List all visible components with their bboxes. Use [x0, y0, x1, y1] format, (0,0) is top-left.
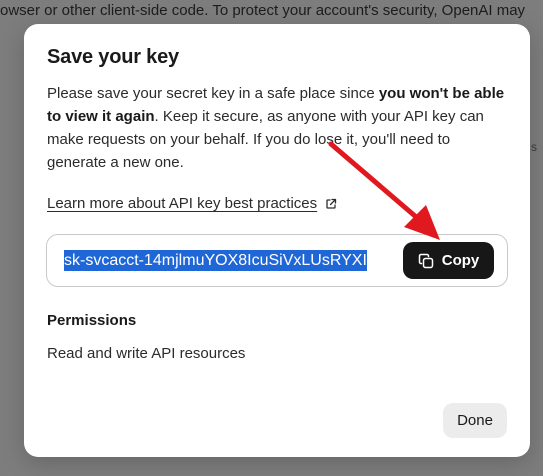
secret-key-field[interactable]: sk-svcacct-14mjlmuYOX8IcuSiVxLUsRYXI Cop… — [46, 234, 508, 287]
secret-key-selected-text: sk-svcacct-14mjlmuYOX8IcuSiVxLUsRYXI — [64, 250, 367, 271]
done-button[interactable]: Done — [443, 403, 507, 438]
permissions-heading: Permissions — [47, 312, 137, 329]
dialog-description: Please save your secret key in a safe pl… — [47, 82, 513, 174]
save-key-dialog: Save your key Please save your secret ke… — [24, 24, 530, 457]
background-edge-fragment: s — [531, 140, 537, 154]
learn-more-link[interactable]: Learn more about API key best practices — [47, 194, 337, 214]
description-text-1: Please save your secret key in a safe pl… — [47, 85, 379, 102]
secret-key-value[interactable]: sk-svcacct-14mjlmuYOX8IcuSiVxLUsRYXI — [64, 249, 397, 273]
dialog-title: Save your key — [47, 46, 179, 68]
permissions-value: Read and write API resources — [47, 345, 246, 362]
copy-icon — [418, 253, 433, 268]
learn-more-link-label: Learn more about API key best practices — [47, 195, 318, 212]
background-page-text: owser or other client-side code. To prot… — [0, 2, 526, 19]
external-link-icon — [326, 198, 337, 209]
copy-button[interactable]: Copy — [403, 242, 494, 279]
copy-button-label: Copy — [441, 252, 480, 269]
